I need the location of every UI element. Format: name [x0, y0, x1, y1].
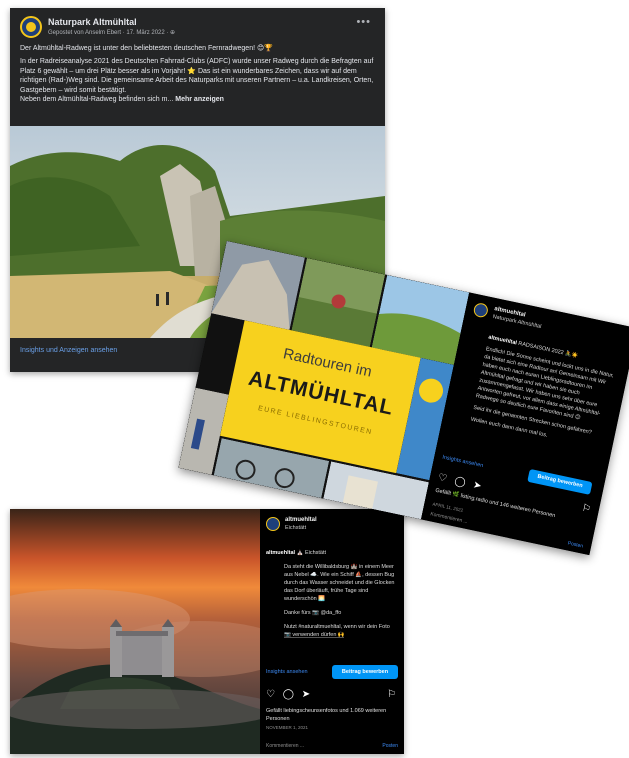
comment-icon[interactable]: ◯ [453, 476, 466, 489]
post-paragraph: In der Radreiseanalyse 2021 des Deutsche… [20, 57, 380, 95]
heart-icon[interactable]: ♡ [266, 689, 275, 700]
post-comment-button[interactable]: Posten [382, 743, 398, 749]
castle-photo[interactable] [10, 509, 290, 754]
post-text: Der Altmühltal-Radweg ist unter den beli… [20, 44, 380, 104]
post-sidebar: altmuehltal Eichstätt altmuehltal ⛪ Eich… [260, 509, 404, 754]
likes-summary[interactable]: Gefällt liebingscheunsenfotos und 1.069 … [266, 707, 400, 723]
divider [284, 637, 344, 638]
caption-first-line: altmuehltal ⛪ Eichstätt [266, 549, 396, 557]
insights-link[interactable]: Insights ansehen [266, 669, 308, 675]
post-header: Naturpark Altmühltal Gepostet von Anselm… [20, 16, 375, 46]
instagram-carousel-post-card: Radtouren im ALTMÜHLTAL EURE LIEBLINGSTO… [178, 240, 629, 556]
account-username[interactable]: altmuehltal [285, 517, 317, 523]
post-date: APRIL 11, 2022 [431, 501, 464, 513]
account-avatar[interactable] [266, 517, 280, 531]
more-horizontal-icon[interactable]: ••• [356, 16, 371, 28]
heart-icon[interactable]: ♡ [437, 472, 448, 485]
bookmark-icon[interactable]: ⚐ [581, 503, 592, 516]
comment-icon[interactable]: ◯ [283, 689, 294, 700]
bookmark-icon[interactable]: ⚐ [387, 689, 396, 700]
account-avatar[interactable] [472, 301, 490, 319]
comment-input[interactable]: Kommentieren ... [430, 511, 468, 525]
share-icon[interactable]: ➤ [472, 480, 482, 493]
post-comment-button[interactable]: Posten [567, 540, 583, 549]
post-paragraph-text: In der Radreiseanalyse 2021 des Deutsche… [20, 58, 374, 94]
post-paragraph-text: Neben dem Altmühltal-Radweg befinden sic… [20, 96, 174, 104]
caption-paragraph: Da steht die Willibaldsburg 🏰 in einem M… [284, 564, 395, 602]
post-caption: altmuehltal ⛪ Eichstätt Da steht die Wil… [266, 549, 396, 645]
post-subline: Gepostet von Anselm Ebert · 17. März 202… [48, 30, 176, 36]
instagram-castle-post-card: altmuehltal Eichstätt altmuehltal ⛪ Eich… [10, 509, 404, 754]
see-more-link[interactable]: Mehr anzeigen [175, 96, 224, 103]
post-caption: altmuehltal RADSAISON 2022 🚴☀️ Endlich! … [469, 333, 622, 455]
post-date: NOVEMBER 1, 2021 [266, 725, 309, 730]
radtouren-collage[interactable]: Radtouren im ALTMÜHLTAL EURE LIEBLINGSTO… [178, 240, 470, 520]
post-paragraph: Der Altmühltal-Radweg ist unter den beli… [20, 45, 273, 52]
comment-input[interactable]: Kommentieren ... [266, 743, 304, 749]
caption-username[interactable]: altmuehltal [266, 550, 295, 556]
caption-username[interactable]: altmuehltal [488, 334, 518, 346]
boost-post-button[interactable]: Beitrag bewerben [332, 665, 398, 679]
page-avatar[interactable] [20, 16, 42, 38]
post-paragraph: Neben dem Altmühltal-Radweg befinden sic… [20, 95, 380, 104]
collage-photo-rock [211, 240, 305, 330]
caption-paragraph: Danke fürs 📷 @da_ffo [284, 610, 342, 616]
share-icon[interactable]: ➤ [302, 689, 310, 700]
caption-title: ⛪ Eichstätt [296, 550, 327, 556]
rock-illustration [211, 240, 305, 330]
insights-link[interactable]: Insights ansehen [442, 455, 484, 470]
castle-fog-illustration [10, 509, 290, 754]
insights-link[interactable]: Insights und Anzeigen ansehen [20, 347, 117, 354]
post-location[interactable]: Eichstätt [285, 525, 306, 531]
boost-post-button[interactable]: Beitrag bewerben [527, 468, 593, 495]
page-name[interactable]: Naturpark Altmühltal [48, 17, 137, 27]
action-bar: ♡ ◯ ➤ ⚐ [266, 689, 396, 701]
